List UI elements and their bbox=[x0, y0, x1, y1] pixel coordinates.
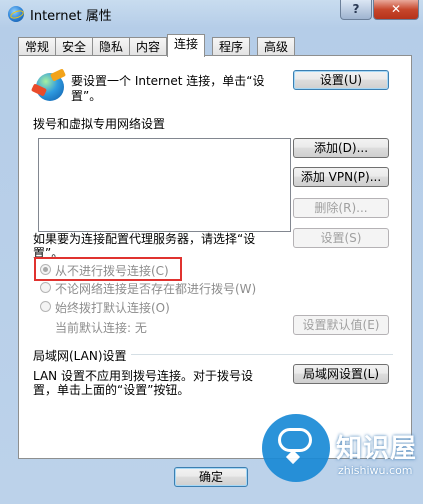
lan-settings-button[interactable]: 局域网设置(L) bbox=[293, 364, 389, 384]
lan-description-cont: 置，单击上面的“设置”按钮。 bbox=[33, 383, 190, 397]
network-globe-icon bbox=[36, 73, 64, 101]
tab-connections[interactable]: 连接 bbox=[167, 34, 206, 57]
current-default-label: 当前默认连接: 无 bbox=[55, 321, 147, 335]
tab-programs[interactable]: 程序 bbox=[212, 37, 251, 56]
help-button[interactable]: ? bbox=[340, 0, 372, 20]
tab-general[interactable]: 常规 bbox=[18, 37, 57, 56]
watermark-url: zhishiwu.com bbox=[338, 464, 413, 477]
delete-connection-button[interactable]: 删除(R)... bbox=[293, 198, 389, 218]
option-never-dial-label: 从不进行拨号连接(C) bbox=[55, 264, 169, 278]
setup-button[interactable]: 设置(U) bbox=[293, 70, 389, 90]
proxy-description: 如果要为连接配置代理服务器，请选择“设 bbox=[33, 232, 256, 246]
ok-button[interactable]: 确定 bbox=[174, 467, 248, 487]
radio-never-dial[interactable] bbox=[40, 264, 51, 275]
tab-privacy[interactable]: 隐私 bbox=[92, 37, 131, 56]
lan-heading: 局域网(LAN)设置 bbox=[33, 349, 127, 363]
option-dial-whenever-label: 不论网络连接是否存在都进行拨号(W) bbox=[55, 282, 257, 296]
title-bar[interactable]: Internet 属性 ? ✕ bbox=[0, 0, 423, 28]
radio-always-dial-default[interactable] bbox=[40, 301, 51, 312]
close-button[interactable]: ✕ bbox=[373, 0, 419, 20]
setup-description-cont: 置”。 bbox=[71, 89, 102, 103]
watermark: 知识屋 zhishiwu.com bbox=[262, 414, 423, 504]
watermark-brand: 知识屋 bbox=[336, 434, 418, 464]
internet-explorer-icon bbox=[8, 6, 24, 22]
lan-divider bbox=[131, 354, 393, 355]
chat-bubble-icon bbox=[262, 414, 330, 482]
set-default-button[interactable]: 设置默认值(E) bbox=[293, 315, 389, 335]
connections-panel: 要设置一个 Internet 连接，单击“设 置”。 设置(U) 拨号和虚拟专用… bbox=[18, 55, 412, 459]
tab-advanced[interactable]: 高级 bbox=[257, 37, 296, 56]
radio-dial-whenever[interactable] bbox=[40, 282, 51, 293]
add-vpn-button[interactable]: 添加 VPN(P)... bbox=[293, 167, 389, 187]
option-always-dial-label: 始终拨打默认连接(O) bbox=[55, 301, 170, 315]
window-title: Internet 属性 bbox=[30, 9, 112, 24]
dialup-connections-list[interactable] bbox=[38, 138, 291, 232]
dialup-heading: 拨号和虚拟专用网络设置 bbox=[33, 117, 166, 131]
add-connection-button[interactable]: 添加(D)... bbox=[293, 138, 389, 158]
tab-security[interactable]: 安全 bbox=[55, 37, 94, 56]
tab-content[interactable]: 内容 bbox=[129, 37, 168, 56]
current-default-value: 无 bbox=[134, 321, 147, 335]
dialup-settings-button[interactable]: 设置(S) bbox=[293, 228, 389, 248]
internet-properties-window: Internet 属性 ? ✕ 常规 安全 隐私 内容 连接 程序 高级 要设置… bbox=[0, 0, 423, 504]
